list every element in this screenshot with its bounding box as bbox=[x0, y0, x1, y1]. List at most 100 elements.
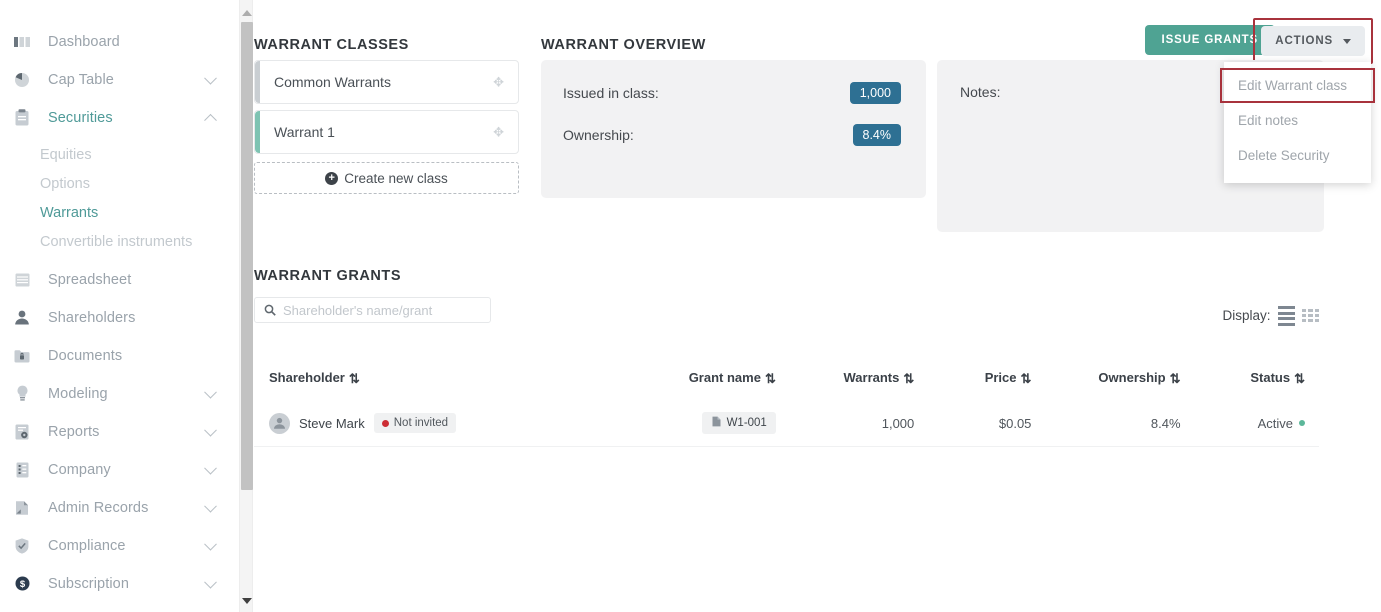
sidebar-subitem-label: Equities bbox=[40, 146, 92, 163]
sidebar-item-company[interactable]: Company bbox=[0, 456, 233, 483]
search-input[interactable] bbox=[283, 298, 486, 322]
grant-name-badge[interactable]: W1-001 bbox=[701, 412, 776, 434]
chevron-down-icon bbox=[204, 575, 217, 589]
menu-item-edit-notes[interactable]: Edit notes bbox=[1224, 103, 1371, 138]
sidebar-item-shareholders[interactable]: Shareholders bbox=[0, 304, 233, 331]
sidebar-subitem-convertible-instruments[interactable]: Convertible instruments bbox=[0, 229, 233, 254]
column-header-grant-name[interactable]: Grant name ⇅ bbox=[605, 370, 776, 400]
drag-handle-icon[interactable]: ✥ bbox=[493, 76, 504, 89]
warrant-class-list: Common Warrants ✥ Warrant 1 ✥ + Create n… bbox=[254, 60, 519, 194]
grant-name-label: W1-001 bbox=[726, 417, 767, 429]
sidebar-item-dashboard[interactable]: Dashboard bbox=[0, 28, 233, 55]
overview-value-ownership: 8.4% bbox=[852, 124, 901, 146]
table-header-row: Shareholder ⇅ Grant name ⇅ Warrants ⇅ Price… bbox=[254, 370, 1319, 400]
actions-button[interactable]: ACTIONS bbox=[1261, 26, 1365, 56]
sidebar-item-label: Securities bbox=[48, 109, 113, 126]
list-view-icon[interactable] bbox=[1277, 306, 1295, 326]
warrant-overview-title: WARRANT OVERVIEW bbox=[541, 37, 706, 53]
sidebar-item-label: Shareholders bbox=[48, 309, 136, 326]
chevron-down-icon bbox=[204, 537, 217, 551]
column-header-shareholder[interactable]: Shareholder ⇅ bbox=[254, 370, 605, 400]
sidebar-item-reports[interactable]: Reports bbox=[0, 418, 233, 445]
column-header-price[interactable]: Price ⇅ bbox=[914, 370, 1032, 400]
column-label: Warrants bbox=[843, 370, 900, 385]
sidebar-item-label: Dashboard bbox=[48, 33, 120, 50]
main-content: WARRANT CLASSES WARRANT OVERVIEW ISSUE G… bbox=[233, 0, 1381, 612]
sidebar-item-subscription[interactable]: $ Subscription bbox=[0, 570, 233, 597]
column-header-status[interactable]: Status ⇅ bbox=[1181, 370, 1319, 400]
svg-text:$: $ bbox=[19, 579, 25, 590]
sidebar-item-modeling[interactable]: Modeling bbox=[0, 380, 233, 407]
sort-icon: ⇅ bbox=[348, 371, 360, 386]
sidebar-item-label: Cap Table bbox=[48, 71, 114, 88]
sort-icon: ⇅ bbox=[903, 371, 915, 386]
actions-button-highlight: ACTIONS bbox=[1253, 18, 1373, 64]
chevron-down-icon bbox=[204, 423, 217, 437]
column-label: Ownership bbox=[1098, 370, 1166, 385]
status-badge-invite: Not invited bbox=[373, 413, 457, 433]
warrant-grants-title: WARRANT GRANTS bbox=[254, 268, 402, 284]
drag-handle-icon[interactable]: ✥ bbox=[493, 126, 504, 139]
create-new-class-label: Create new class bbox=[344, 170, 448, 186]
warrant-class-name: Warrant 1 bbox=[274, 124, 335, 140]
sidebar-item-securities[interactable]: Securities bbox=[0, 104, 233, 131]
building-icon bbox=[12, 461, 32, 479]
sort-icon: ⇅ bbox=[1294, 371, 1305, 386]
folder-lock-icon bbox=[12, 347, 32, 365]
sidebar-item-documents[interactable]: Documents bbox=[0, 342, 233, 369]
sidebar-subitem-options[interactable]: Options bbox=[0, 171, 233, 196]
sidebar-subitem-warrants[interactable]: Warrants bbox=[0, 200, 233, 225]
cell-status: Active bbox=[1180, 400, 1319, 446]
column-label: Price bbox=[984, 370, 1017, 385]
chevron-down-icon bbox=[204, 499, 217, 513]
pie-chart-icon bbox=[12, 71, 32, 89]
warrant-class-name: Common Warrants bbox=[274, 74, 391, 90]
sidebar-item-label: Modeling bbox=[48, 385, 108, 402]
plus-circle-icon: + bbox=[325, 171, 339, 185]
warrant-grants-section: WARRANT GRANTS Display: Shareho bbox=[254, 268, 1319, 446]
column-label: Status bbox=[1250, 370, 1291, 385]
chevron-down-icon bbox=[204, 71, 217, 85]
sidebar-subitem-equities[interactable]: Equities bbox=[0, 142, 233, 167]
overview-value-issued: 1,000 bbox=[849, 82, 901, 104]
bar-chart-icon bbox=[12, 33, 32, 51]
sidebar-item-label: Reports bbox=[48, 423, 100, 440]
status-dot-icon bbox=[1299, 420, 1305, 426]
menu-item-delete-security[interactable]: Delete Security bbox=[1224, 138, 1371, 173]
page-header: WARRANT CLASSES WARRANT OVERVIEW ISSUE G… bbox=[254, 0, 1381, 183]
column-header-warrants[interactable]: Warrants ⇅ bbox=[776, 370, 915, 400]
warrant-class-item-warrant-1[interactable]: Warrant 1 ✥ bbox=[254, 110, 519, 154]
sidebar-item-label: Spreadsheet bbox=[48, 271, 132, 288]
grants-search-box[interactable] bbox=[254, 297, 491, 323]
menu-item-edit-warrant-class[interactable]: Edit Warrant class bbox=[1220, 68, 1375, 103]
overview-label: Ownership: bbox=[563, 127, 634, 143]
warrant-overview-card: Issued in class: 1,000 Ownership: 8.4% bbox=[541, 60, 926, 198]
sidebar-item-admin-records[interactable]: Admin Records bbox=[0, 494, 233, 521]
sidebar-item-label: Admin Records bbox=[48, 499, 149, 516]
sidebar-item-cap-table[interactable]: Cap Table bbox=[0, 66, 233, 93]
sidebar-item-label: Subscription bbox=[48, 575, 129, 592]
create-new-class-button[interactable]: + Create new class bbox=[254, 162, 519, 194]
person-icon bbox=[12, 309, 32, 327]
invite-status-label: Not invited bbox=[393, 417, 449, 429]
sidebar-subitem-label: Warrants bbox=[40, 204, 99, 221]
table-body: Steve Mark Not invited W1-001 1,000 $0.0… bbox=[254, 400, 1319, 446]
sidebar-item-spreadsheet[interactable]: Spreadsheet bbox=[0, 266, 233, 293]
table-row[interactable]: Steve Mark Not invited W1-001 1,000 $0.0… bbox=[254, 400, 1319, 446]
invite-status-dot-icon bbox=[381, 419, 389, 427]
sidebar-item-label: Documents bbox=[48, 347, 123, 364]
overview-row-ownership: Ownership: 8.4% bbox=[563, 124, 901, 146]
chevron-down-icon bbox=[204, 461, 217, 475]
column-header-ownership[interactable]: Ownership ⇅ bbox=[1031, 370, 1180, 400]
sort-icon: ⇅ bbox=[1020, 371, 1032, 386]
warrant-class-item-common-warrants[interactable]: Common Warrants ✥ bbox=[254, 60, 519, 104]
cell-price: $0.05 bbox=[914, 400, 1032, 446]
sidebar-item-compliance[interactable]: Compliance bbox=[0, 532, 233, 559]
app-root: Dashboard Cap Table Securities Equities … bbox=[0, 0, 1381, 612]
sort-icon: ⇅ bbox=[764, 371, 776, 386]
cell-grant-name: W1-001 bbox=[605, 400, 776, 446]
grid-view-icon[interactable] bbox=[1301, 309, 1319, 323]
sidebar-subitem-label: Convertible instruments bbox=[40, 233, 193, 250]
table-head: Shareholder ⇅ Grant name ⇅ Warrants ⇅ Price… bbox=[254, 370, 1319, 400]
dollar-circle-icon: $ bbox=[12, 575, 32, 593]
